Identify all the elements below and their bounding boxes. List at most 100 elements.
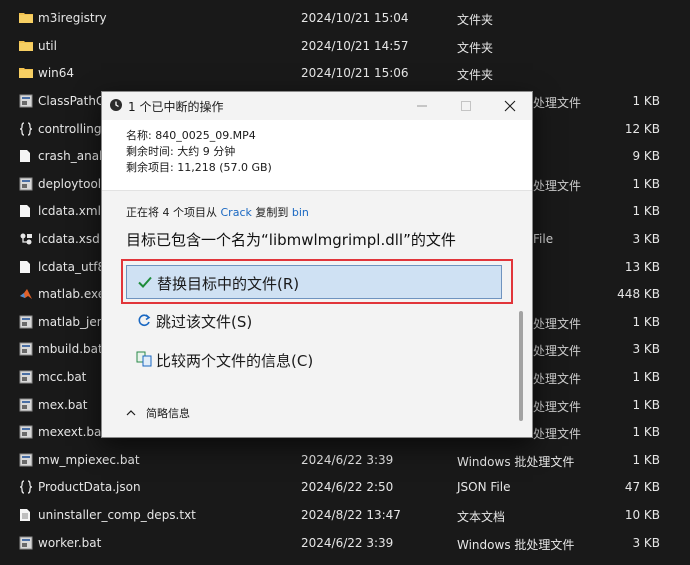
file-name: ClassPathG <box>38 94 106 108</box>
file-name: mcc.bat <box>38 370 87 384</box>
clock-icon <box>109 98 123 115</box>
file-row[interactable]: win64 2024/10/21 15:06 文件夹 <box>0 60 690 87</box>
file-name: mw_mpiexec.bat <box>38 453 140 467</box>
file-size: 3 KB <box>632 342 660 356</box>
batch-file-icon <box>19 94 33 108</box>
file-type: Windows 批处理文件 <box>457 538 575 552</box>
file-size: 3 KB <box>632 536 660 550</box>
file-icon <box>19 260 33 274</box>
file-date: 2024/6/22 3:39 <box>301 536 394 550</box>
batch-file-icon <box>19 370 33 384</box>
file-size: 10 KB <box>624 508 660 522</box>
file-size: 1 KB <box>632 315 660 329</box>
file-size: 1 KB <box>632 204 660 218</box>
file-name-info: 名称: 840_0025_09.MP4 <box>126 129 256 142</box>
batch-file-icon <box>19 398 33 412</box>
file-row[interactable]: mw_mpiexec.bat 2024/6/22 3:39 Windows 批处理文… <box>0 447 690 474</box>
file-type: JSON File <box>457 480 511 494</box>
close-icon <box>504 100 516 112</box>
file-name: mex.bat <box>38 398 88 412</box>
file-date: 2024/10/21 15:04 <box>301 11 409 25</box>
json-file-icon <box>19 480 33 494</box>
file-name: matlab_jen <box>38 315 105 329</box>
file-name: lcdata.xsd <box>38 232 100 246</box>
matlab-icon <box>19 287 33 301</box>
file-name: uninstaller_comp_deps.txt <box>38 508 196 522</box>
file-size: 12 KB <box>624 122 660 136</box>
destination-folder-link[interactable]: bin <box>292 206 309 219</box>
file-size: 1 KB <box>632 177 660 191</box>
file-name: worker.bat <box>38 536 102 550</box>
file-row[interactable]: m3iregistry 2024/10/21 15:04 文件夹 <box>0 5 690 32</box>
file-size: 448 KB <box>617 287 660 301</box>
file-type: 文件夹 <box>457 13 494 27</box>
file-row[interactable]: util 2024/10/21 14:57 文件夹 <box>0 33 690 60</box>
dialog-title: 1 个已中断的操作 <box>128 100 224 114</box>
file-row[interactable]: worker.bat 2024/6/22 3:39 Windows 批处理文件 3 K… <box>0 530 690 557</box>
maximize-button[interactable] <box>444 92 488 120</box>
file-date: 2024/10/21 14:57 <box>301 39 409 53</box>
file-type: 文件夹 <box>457 41 494 55</box>
file-type: 文本文档 <box>457 510 506 524</box>
compare-option-label: 比较两个文件的信息(C) <box>156 352 314 370</box>
batch-file-icon <box>19 177 33 191</box>
file-name: win64 <box>38 66 75 80</box>
file-size: 3 KB <box>632 232 660 246</box>
batch-file-icon <box>19 536 33 550</box>
file-name: deploytool. <box>38 177 105 191</box>
fewer-details-toggle[interactable]: 简略信息 <box>126 405 190 421</box>
chevron-up-icon <box>126 407 136 420</box>
dialog-body: 正在将 4 个项目从 Crack 复制到 bin 目标已包含一个名为“libmw… <box>102 191 532 436</box>
file-name: controlling <box>38 122 102 136</box>
skip-option[interactable]: 跳过该文件(S) <box>126 304 500 336</box>
maximize-icon <box>461 101 471 111</box>
file-type: 处理文件 <box>533 372 582 386</box>
red-highlight-box <box>121 259 513 304</box>
skip-option-label: 跳过该文件(S) <box>156 313 253 331</box>
file-size: 1 KB <box>632 425 660 439</box>
copy-middle: 复制到 <box>251 206 292 219</box>
file-name: mexext.bat <box>38 425 107 439</box>
batch-file-icon <box>19 425 33 439</box>
file-icon <box>19 204 33 218</box>
file-type: 处理文件 <box>533 344 582 358</box>
folder-icon <box>19 66 33 80</box>
file-size: 13 KB <box>624 260 660 274</box>
close-button[interactable] <box>488 92 532 120</box>
file-type: 处理文件 <box>533 317 582 331</box>
file-name: lcdata_utf8 <box>38 260 106 274</box>
file-type: 处理文件 <box>533 96 582 110</box>
folder-icon <box>19 39 33 53</box>
skip-arrow-icon <box>136 312 152 331</box>
minimize-icon <box>417 105 427 107</box>
file-size: 1 KB <box>632 453 660 467</box>
file-row[interactable]: ProductData.json 2024/6/22 2:50 JSON File 4… <box>0 474 690 501</box>
file-row[interactable]: uninstaller_comp_deps.txt 2024/8/22 13:47… <box>0 502 690 529</box>
dialog-titlebar: 1 个已中断的操作 <box>102 92 532 120</box>
file-size: 1 KB <box>632 370 660 384</box>
compare-option[interactable]: 比较两个文件的信息(C) <box>126 343 500 375</box>
file-type: 处理文件 <box>533 427 582 441</box>
file-size: 1 KB <box>632 94 660 108</box>
file-conflict-dialog: 1 个已中断的操作 名称: 840_0025_09.MP4 剩余时间: 大约 9… <box>101 91 533 438</box>
file-type: File <box>533 232 554 246</box>
source-folder-link[interactable]: Crack <box>221 206 252 219</box>
file-size: 9 KB <box>632 149 660 163</box>
file-size: 47 KB <box>624 480 660 494</box>
file-date: 2024/6/22 2:50 <box>301 480 394 494</box>
compare-files-icon <box>136 351 152 370</box>
copy-status-text: 正在将 4 个项目从 Crack 复制到 bin <box>126 204 309 220</box>
text-file-icon <box>19 508 33 522</box>
file-type: 处理文件 <box>533 179 582 193</box>
file-date: 2024/6/22 3:39 <box>301 453 394 467</box>
file-icon <box>19 149 33 163</box>
file-date: 2024/8/22 13:47 <box>301 508 401 522</box>
file-name: util <box>38 39 57 53</box>
file-size: 1 KB <box>632 398 660 412</box>
progress-info-panel: 名称: 840_0025_09.MP4 剩余时间: 大约 9 分钟 剩余项目: … <box>102 120 532 191</box>
batch-file-icon <box>19 342 33 356</box>
file-type: 处理文件 <box>533 400 582 414</box>
dialog-scrollbar[interactable] <box>519 311 523 421</box>
minimize-button[interactable] <box>400 92 444 120</box>
time-left-info: 剩余时间: 大约 9 分钟 <box>126 145 236 158</box>
